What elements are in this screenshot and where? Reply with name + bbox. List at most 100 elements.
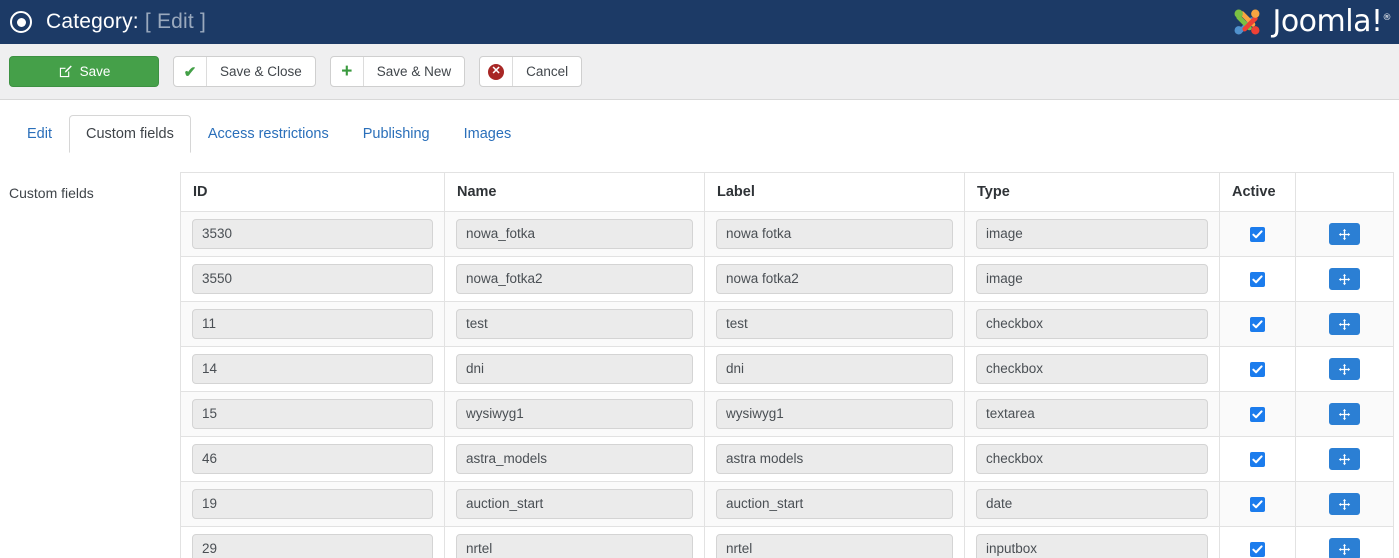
cell-handle <box>1295 436 1394 482</box>
cell-name: dni <box>444 346 705 392</box>
field-label-input[interactable]: auction_start <box>716 489 953 519</box>
move-handle-button[interactable] <box>1329 493 1360 515</box>
move-handle-button[interactable] <box>1329 358 1360 380</box>
field-id-input[interactable]: 14 <box>192 354 433 384</box>
cell-type: image <box>964 256 1220 302</box>
field-id-input[interactable]: 19 <box>192 489 433 519</box>
brand-registered-mark: ® <box>1382 12 1392 23</box>
cell-active <box>1219 211 1296 257</box>
field-type-input[interactable]: image <box>976 264 1208 294</box>
cell-type: image <box>964 211 1220 257</box>
field-label-input[interactable]: test <box>716 309 953 339</box>
bullseye-icon <box>10 11 32 33</box>
check-icon: ✔ <box>174 57 207 86</box>
field-label-input[interactable]: astra models <box>716 444 953 474</box>
field-name-input[interactable]: wysiwyg1 <box>456 399 693 429</box>
field-name-input[interactable]: auction_start <box>456 489 693 519</box>
field-name-input[interactable]: dni <box>456 354 693 384</box>
tab-bar: Edit Custom fields Access restrictions P… <box>0 100 1399 153</box>
field-type-input[interactable]: date <box>976 489 1208 519</box>
field-type-input[interactable]: checkbox <box>976 354 1208 384</box>
save-new-button[interactable]: + Save & New <box>329 56 466 87</box>
table-row: 14 dni dni checkbox <box>180 346 1394 392</box>
active-checkbox[interactable] <box>1250 497 1265 513</box>
tab-publishing[interactable]: Publishing <box>346 115 447 153</box>
move-handle-button[interactable] <box>1329 403 1360 425</box>
field-id-input[interactable]: 46 <box>192 444 433 474</box>
toolbar: Save ✔ Save & Close + Save & New ✕ Cance… <box>0 44 1399 100</box>
active-checkbox[interactable] <box>1250 317 1265 333</box>
field-type-input[interactable]: textarea <box>976 399 1208 429</box>
field-type-input[interactable]: checkbox <box>976 444 1208 474</box>
cell-label: dni <box>704 346 965 392</box>
cell-label: nowa fotka2 <box>704 256 965 302</box>
cell-id: 3550 <box>180 256 445 302</box>
cell-type: inputbox <box>964 526 1220 558</box>
field-id-input[interactable]: 3530 <box>192 219 433 249</box>
field-id-input[interactable]: 29 <box>192 534 433 558</box>
cell-id: 29 <box>180 526 445 558</box>
field-label-input[interactable]: nrtel <box>716 534 953 558</box>
field-name-input[interactable]: nrtel <box>456 534 693 558</box>
field-id-input[interactable]: 3550 <box>192 264 433 294</box>
move-handle-button[interactable] <box>1329 313 1360 335</box>
save-new-button-label: Save & New <box>376 64 452 79</box>
move-handle-button[interactable] <box>1329 538 1360 558</box>
active-checkbox[interactable] <box>1250 272 1265 288</box>
move-handle-button[interactable] <box>1329 268 1360 290</box>
move-handle-button[interactable] <box>1329 223 1360 245</box>
cell-active <box>1219 436 1296 482</box>
tab-custom-fields[interactable]: Custom fields <box>69 114 191 153</box>
cell-type: checkbox <box>964 301 1220 347</box>
field-name-input[interactable]: test <box>456 309 693 339</box>
table-header-row: ID Name Label Type Active <box>180 172 1394 212</box>
cell-name: nowa_fotka2 <box>444 256 705 302</box>
field-id-input[interactable]: 15 <box>192 399 433 429</box>
field-name-input[interactable]: nowa_fotka <box>456 219 693 249</box>
tab-access-restrictions[interactable]: Access restrictions <box>191 115 346 153</box>
field-label-input[interactable]: nowa fotka <box>716 219 953 249</box>
field-type-input[interactable]: inputbox <box>976 534 1208 558</box>
move-handle-button[interactable] <box>1329 448 1360 470</box>
cancel-button[interactable]: ✕ Cancel <box>479 56 583 87</box>
table-row: 15 wysiwyg1 wysiwyg1 textarea <box>180 391 1394 437</box>
cell-type: textarea <box>964 391 1220 437</box>
cell-active <box>1219 481 1296 527</box>
field-id-input[interactable]: 11 <box>192 309 433 339</box>
save-button-label: Save <box>79 64 111 79</box>
table-body: 3530 nowa_fotka nowa fotka image 3550 nowa_fo… <box>180 211 1394 558</box>
page-title-mode: [ Edit ] <box>144 10 207 33</box>
cell-name: astra_models <box>444 436 705 482</box>
save-button[interactable]: Save <box>9 56 159 87</box>
tab-images[interactable]: Images <box>447 115 529 153</box>
cell-handle <box>1295 526 1394 558</box>
cell-handle <box>1295 301 1394 347</box>
cell-name: nowa_fotka <box>444 211 705 257</box>
field-label-input[interactable]: dni <box>716 354 953 384</box>
active-checkbox[interactable] <box>1250 362 1265 378</box>
field-type-input[interactable]: image <box>976 219 1208 249</box>
cell-handle <box>1295 211 1394 257</box>
cell-handle <box>1295 391 1394 437</box>
tab-edit[interactable]: Edit <box>10 115 69 153</box>
active-checkbox[interactable] <box>1250 227 1265 243</box>
cell-label: nrtel <box>704 526 965 558</box>
cell-label: astra models <box>704 436 965 482</box>
save-close-button[interactable]: ✔ Save & Close <box>173 56 316 87</box>
table-row: 19 auction_start auction_start date <box>180 481 1394 527</box>
field-name-input[interactable]: nowa_fotka2 <box>456 264 693 294</box>
active-checkbox[interactable] <box>1250 452 1265 468</box>
plus-icon: + <box>331 57 364 86</box>
active-checkbox[interactable] <box>1250 407 1265 423</box>
app-header: Category: [ Edit ] Joomla!® <box>0 0 1399 44</box>
table-row: 11 test test checkbox <box>180 301 1394 347</box>
field-label-input[interactable]: wysiwyg1 <box>716 399 953 429</box>
field-name-input[interactable]: astra_models <box>456 444 693 474</box>
content-area: Custom fields ID Name Label Type Active … <box>0 152 1399 558</box>
field-label-input[interactable]: nowa fotka2 <box>716 264 953 294</box>
field-type-input[interactable]: checkbox <box>976 309 1208 339</box>
cell-id: 14 <box>180 346 445 392</box>
cell-type: checkbox <box>964 346 1220 392</box>
active-checkbox[interactable] <box>1250 542 1265 558</box>
cell-type: date <box>964 481 1220 527</box>
